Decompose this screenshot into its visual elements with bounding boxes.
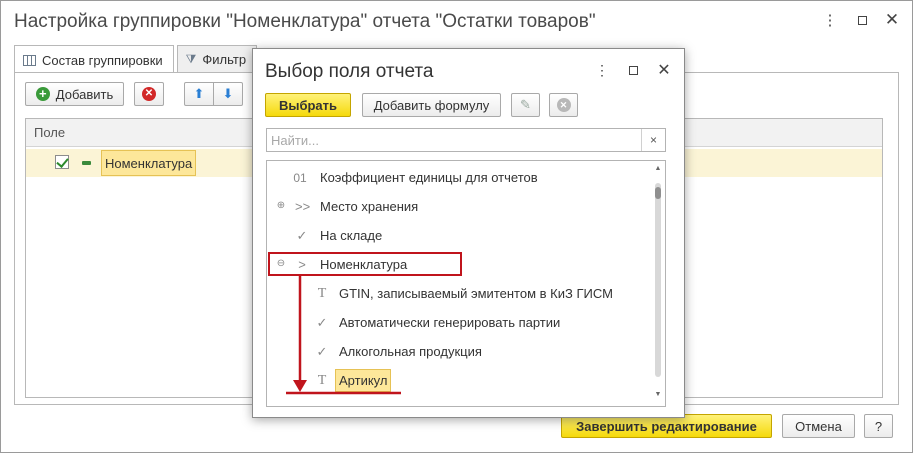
expand-icon[interactable]: ⊕ [276, 201, 286, 211]
close-icon[interactable]: ✕ [653, 59, 675, 81]
string-type-icon: T [317, 372, 327, 388]
tab-label: Фильтр [202, 52, 247, 67]
item-label: Место хранения [320, 199, 419, 214]
field-icon [82, 161, 91, 165]
tab-label: Состав группировки [42, 52, 163, 68]
use-checkbox[interactable] [55, 155, 69, 169]
scroll-down-icon[interactable]: ▼ [654, 391, 662, 398]
boolean-type-icon: ✓ [296, 227, 308, 243]
delete-icon: ✕ [556, 98, 571, 112]
more-icon[interactable]: ⋮ [591, 59, 613, 81]
delete-button[interactable]: ✕ [134, 82, 164, 106]
arrow-down-icon: ⬇ [222, 86, 234, 101]
scroll-up-icon[interactable]: ▲ [654, 165, 662, 172]
table-icon [23, 54, 36, 66]
cancel-button[interactable]: Отмена [782, 414, 855, 438]
search-input[interactable] [267, 129, 641, 151]
edit-button[interactable]: ✎ [511, 93, 540, 117]
dialog-title: Выбор поля отчета [265, 61, 434, 82]
clear-search-button[interactable]: × [641, 129, 665, 151]
list-item[interactable]: T GTIN, записываемый эмитентом в КиЗ ГИС… [267, 279, 653, 308]
list-item[interactable]: 01 Коэффициент единицы для отчетов [267, 163, 653, 192]
filter-icon: ⧩ [185, 52, 197, 66]
list-item-selected[interactable]: T Артикул [267, 366, 653, 395]
select-button[interactable]: Выбрать [265, 93, 351, 117]
maximize-icon[interactable] [622, 59, 644, 81]
item-label: Коэффициент единицы для отчетов [320, 170, 538, 185]
help-button[interactable]: ? [864, 414, 893, 438]
field-cell[interactable]: Номенклатура [101, 150, 197, 176]
reference-type-icon: >> [295, 199, 311, 214]
pencil-icon: ✎ [520, 97, 531, 112]
item-label: GTIN, записываемый эмитентом в КиЗ ГИСМ [339, 286, 613, 301]
list-item-partial[interactable]: · [267, 395, 653, 406]
add-button[interactable]: + Добавить [25, 82, 124, 106]
close-icon[interactable]: ✕ [881, 9, 903, 31]
search-field[interactable]: × [266, 128, 666, 152]
list-item[interactable]: ✓ Алкогольная продукция [267, 337, 653, 366]
scroll-thumb[interactable] [655, 187, 661, 199]
string-type-icon: T [317, 285, 327, 301]
boolean-type-icon: ✓ [316, 343, 328, 359]
more-icon[interactable]: ⋮ [819, 9, 841, 31]
add-icon: + [35, 87, 50, 101]
item-label: На складе [320, 228, 383, 243]
move-down-button[interactable]: ⬇ [213, 82, 243, 106]
arrow-up-icon: ⬆ [193, 86, 205, 101]
list-item[interactable]: ✓ Автоматически генерировать партии [267, 308, 653, 337]
delete-icon: ✕ [142, 87, 156, 101]
fields-tree: 01 Коэффициент единицы для отчетов ⊕ >> … [266, 160, 666, 407]
list-item[interactable]: ✓ На складе [267, 221, 653, 250]
list-item[interactable]: ⊕ >> Место хранения [267, 192, 653, 221]
scroll-track[interactable] [655, 183, 661, 377]
add-formula-button[interactable]: Добавить формулу [362, 93, 501, 117]
maximize-icon[interactable] [851, 9, 873, 31]
tab-grouping-fields[interactable]: Состав группировки [14, 45, 174, 74]
item-label: Алкогольная продукция [339, 344, 482, 359]
select-report-field-dialog: Выбор поля отчета ⋮ ✕ Выбрать Добавить ф… [252, 48, 685, 418]
item-label: Артикул [335, 369, 392, 392]
delete-button[interactable]: ✕ [549, 93, 578, 117]
tree-scrollbar[interactable]: ▲ ▼ [652, 161, 664, 406]
window-title: Настройка группировки "Номенклатура" отч… [14, 11, 596, 32]
move-up-button[interactable]: ⬆ [184, 82, 214, 106]
partial-row-icon: · [295, 402, 309, 406]
item-label: Автоматически генерировать партии [339, 315, 561, 330]
add-label: Добавить [55, 86, 114, 102]
tab-filter[interactable]: ⧩ Фильтр [176, 45, 258, 73]
highlight-box [268, 252, 462, 276]
boolean-type-icon: ✓ [316, 314, 328, 330]
numeric-type-icon: 01 [293, 170, 307, 185]
